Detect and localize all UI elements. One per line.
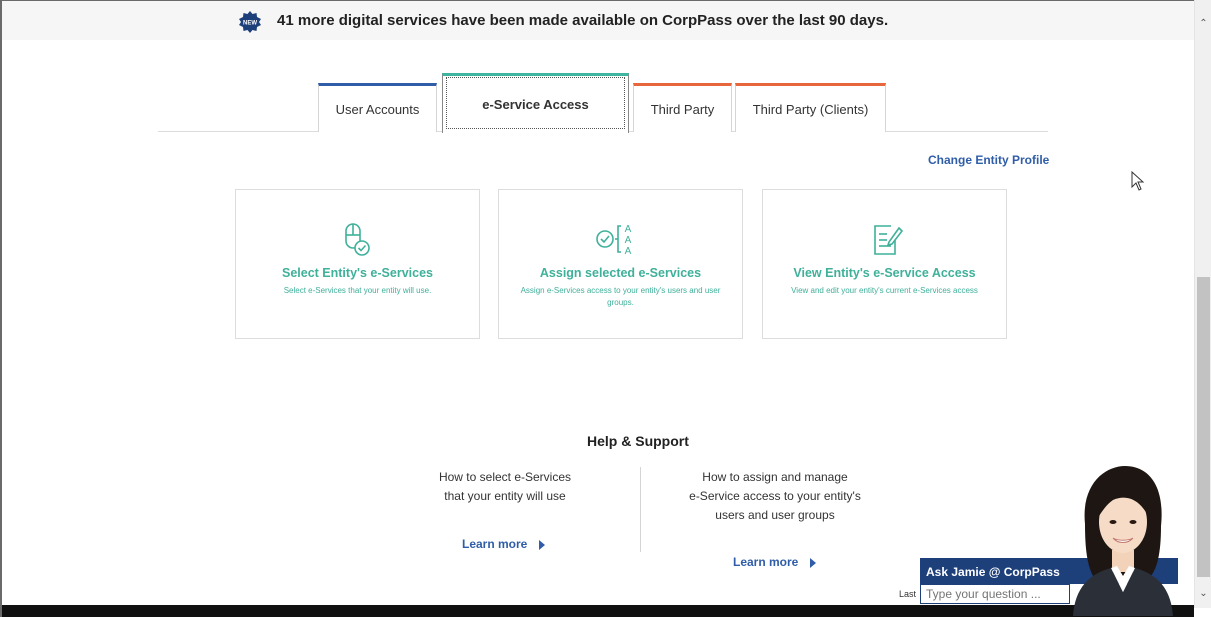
help-left-line-2: that your entity will use [444, 489, 566, 503]
svg-text:A: A [624, 235, 631, 246]
card-description: View and edit your entity's current e-Se… [791, 286, 978, 295]
learn-more-link-left[interactable]: Learn more [462, 537, 546, 551]
tab-label: Third Party (Clients) [752, 101, 869, 117]
card-assign-services[interactable]: A A A Assign selected e-Services Assign … [498, 189, 743, 339]
vertical-scrollbar[interactable]: ⌃ ⌄ [1194, 0, 1211, 608]
mouse-pointer-icon [1131, 171, 1145, 191]
svg-text:A: A [624, 246, 631, 257]
learn-more-label: Learn more [462, 537, 528, 551]
card-view-entity-access[interactable]: View Entity's e-Service Access View and … [762, 189, 1007, 339]
help-right-description: How to assign and manage e-Service acces… [665, 468, 885, 525]
announcement-banner: NEW 41 more digital services have been m… [2, 0, 1194, 40]
learn-more-link-right[interactable]: Learn more [733, 555, 817, 569]
caret-right-icon [539, 539, 546, 550]
scroll-up-icon[interactable]: ⌃ [1195, 18, 1211, 36]
learn-more-label: Learn more [733, 555, 799, 569]
edit-document-icon [873, 225, 903, 255]
new-badge-icon: NEW [239, 11, 261, 33]
help-left-line-1: How to select e-Services [438, 470, 572, 484]
scroll-down-icon[interactable]: ⌄ [1195, 588, 1211, 606]
help-support-title: Help & Support [587, 433, 689, 449]
card-title: Assign selected e-Services [539, 266, 702, 280]
card-description: Select e-Services that your entity will … [283, 286, 432, 295]
help-left-description: How to select e-Services that your entit… [410, 468, 600, 506]
banner-message: 41 more digital services have been made … [277, 12, 889, 29]
assign-users-icon: A A A [595, 224, 631, 257]
last-updated-label: Last [899, 589, 917, 599]
caret-right-icon [810, 557, 817, 568]
help-right-line-1: How to assign and manage [702, 470, 848, 484]
change-entity-profile-link[interactable]: Change Entity Profile [928, 153, 1049, 167]
tab-third-party[interactable]: Third Party [633, 83, 732, 132]
help-right-line-3: users and user groups [715, 508, 835, 522]
tab-third-party-clients[interactable]: Third Party (Clients) [735, 83, 886, 132]
chat-question-input[interactable] [920, 584, 1070, 604]
tab-label: User Accounts [335, 101, 420, 117]
mouse-check-icon [344, 223, 370, 256]
card-title: Select Entity's e-Services [282, 266, 433, 280]
card-description: Assign e-Services access to your entity'… [520, 286, 721, 307]
tab-label: e-Service Access [482, 97, 589, 112]
help-divider [640, 467, 641, 552]
tab-user-accounts[interactable]: User Accounts [318, 83, 437, 132]
svg-text:A: A [624, 224, 631, 235]
help-right-line-2: e-Service access to your entity's [689, 489, 861, 503]
tab-label: Third Party [650, 101, 715, 117]
ask-jamie-chat-widget[interactable]: Ask Jamie @ CorpPass [920, 466, 1178, 616]
scroll-thumb[interactable] [1197, 277, 1210, 577]
tab-e-service-access[interactable]: e-Service Access [442, 73, 629, 133]
card-select-entity-services[interactable]: Select Entity's e-Services Select e-Serv… [235, 189, 480, 339]
assistant-avatar [1073, 466, 1173, 616]
card-title: View Entity's e-Service Access [793, 266, 976, 280]
svg-text:NEW: NEW [243, 21, 257, 27]
